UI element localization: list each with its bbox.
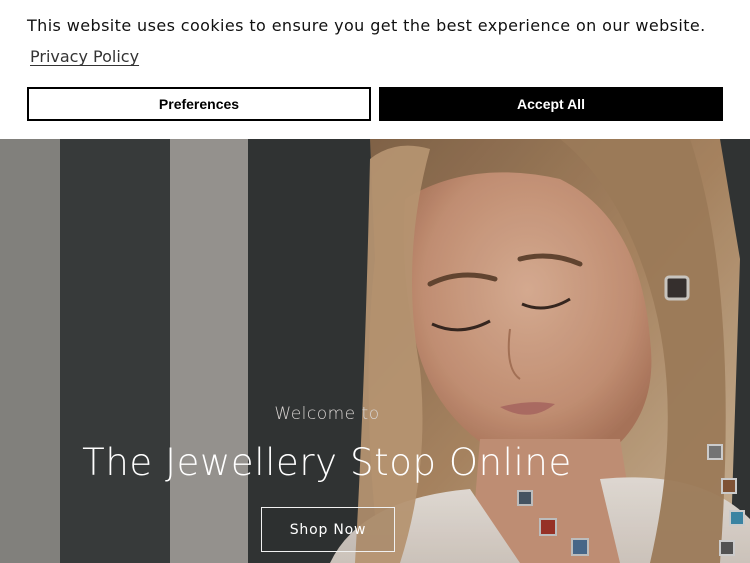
cookie-banner: This website uses cookies to ensure you … xyxy=(0,0,750,139)
preferences-button[interactable]: Preferences xyxy=(27,87,371,121)
hero-title: The Jewellery Stop Online xyxy=(82,441,572,484)
hero-banner: Welcome to The Jewellery Stop Online Sho… xyxy=(0,139,750,563)
hero-welcome: Welcome to xyxy=(274,404,380,424)
accept-all-button[interactable]: Accept All xyxy=(379,87,723,121)
cookie-message: This website uses cookies to ensure you … xyxy=(27,16,706,35)
hero-text-block: Welcome to The Jewellery Stop Online Sho… xyxy=(0,139,750,563)
shop-now-button[interactable]: Shop Now xyxy=(261,507,395,552)
privacy-policy-link[interactable]: Privacy Policy xyxy=(30,47,139,66)
